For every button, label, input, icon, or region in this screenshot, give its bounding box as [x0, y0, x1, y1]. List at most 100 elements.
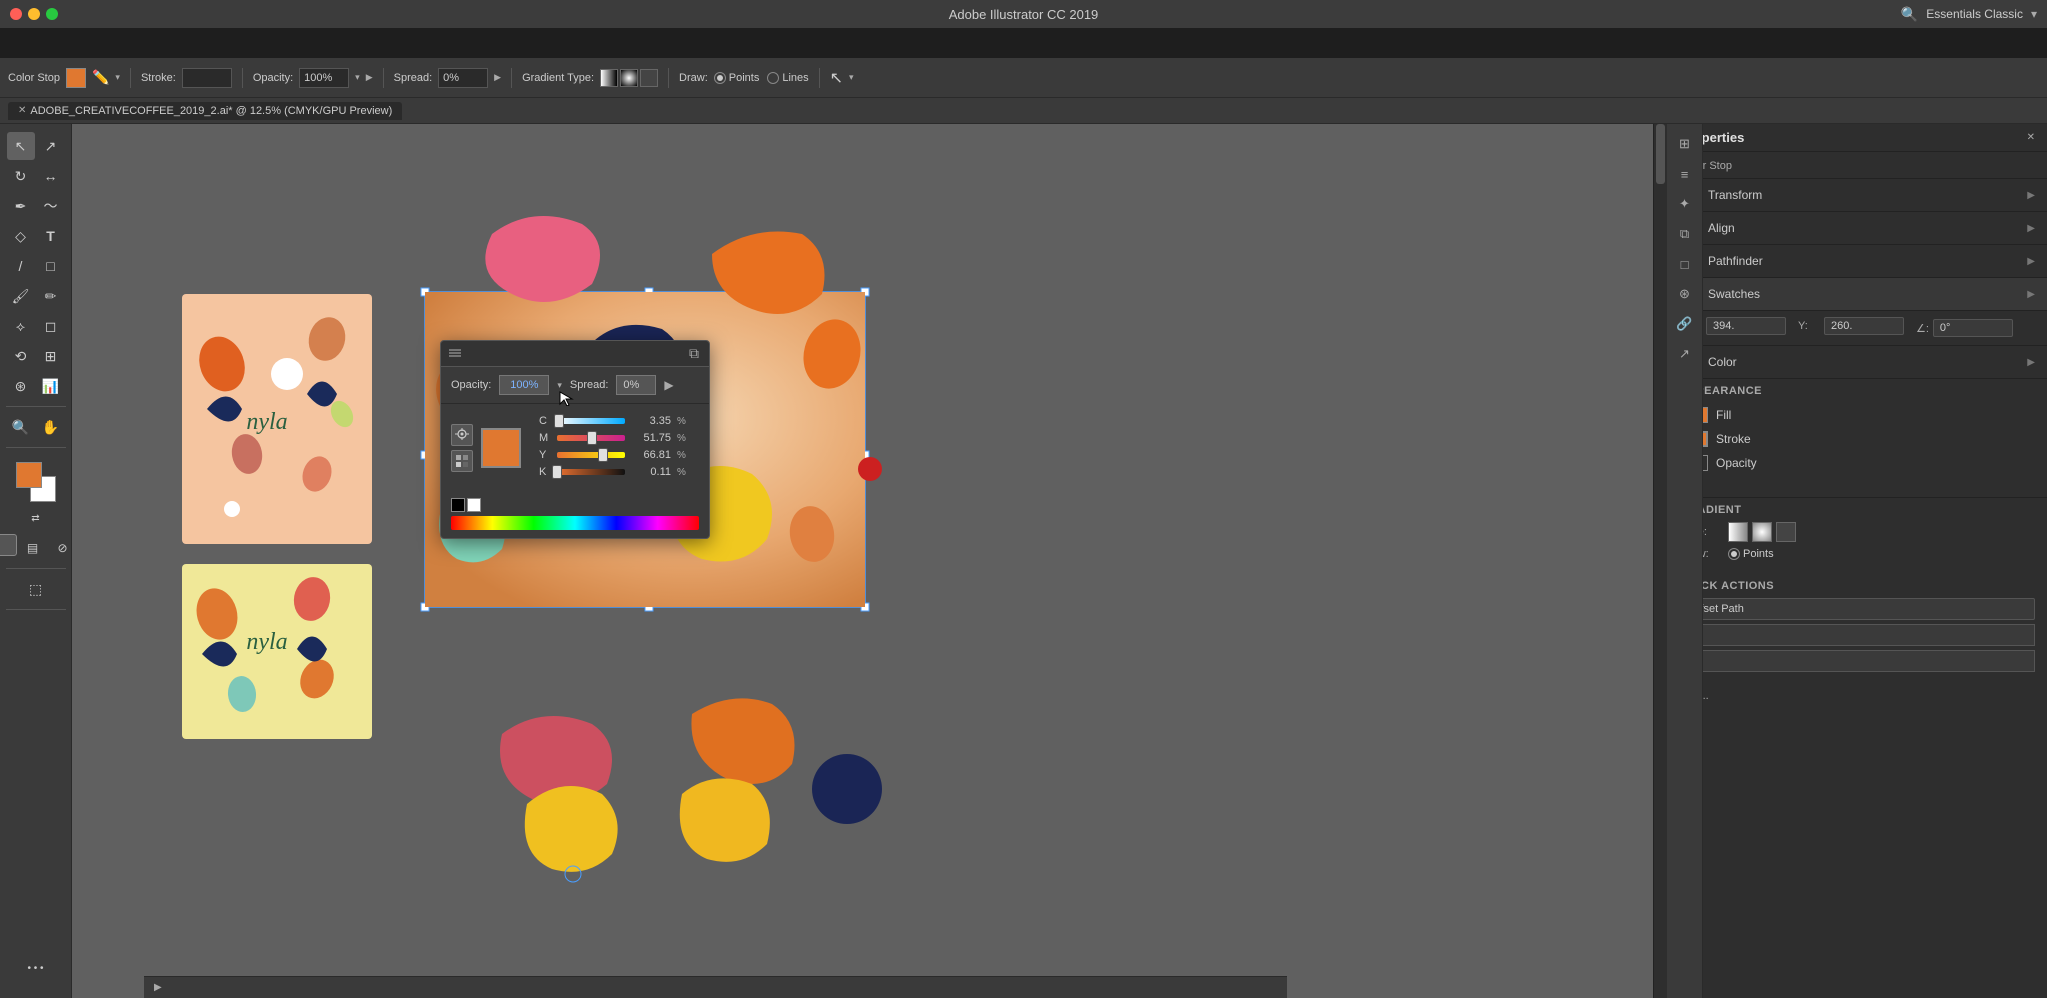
toolbar-dropdown-arrow[interactable]: ▾ — [115, 72, 120, 83]
popup-spread-input[interactable] — [616, 375, 656, 395]
paintbrush-tool[interactable]: 🖌 — [7, 282, 35, 310]
draw-points-option[interactable]: Points — [714, 72, 760, 84]
selection-tool[interactable]: ↖ — [7, 132, 35, 160]
color-swatch-large[interactable] — [481, 428, 521, 468]
vertical-scrollbar[interactable] — [1653, 124, 1667, 998]
popup-expand-button[interactable]: ⧉ — [687, 345, 701, 362]
symbol-tool[interactable]: ⊛ — [7, 372, 35, 400]
popup-next-button[interactable]: ▶ — [664, 378, 673, 392]
workspace-controls: 🔍 Essentials Classic ▾ — [1901, 6, 2037, 23]
k-slider[interactable] — [557, 465, 625, 479]
pen-tool[interactable]: ✒ — [7, 192, 35, 220]
m-slider[interactable] — [557, 431, 625, 445]
layers-icon[interactable]: ⧉ — [1673, 222, 1697, 246]
rotate-tool[interactable]: ↻ — [7, 162, 35, 190]
artboard-icon[interactable]: □ — [1673, 252, 1697, 276]
pencil-tool[interactable]: ✏ — [37, 282, 65, 310]
view-mode-normal[interactable] — [0, 534, 17, 556]
minimize-button[interactable] — [28, 8, 40, 20]
maximize-button[interactable] — [46, 8, 58, 20]
k-pct: % — [677, 467, 689, 478]
anchor-tool[interactable]: ◇ — [7, 222, 35, 250]
panel-header-row: Properties ✕ — [1668, 124, 2047, 152]
external-icon[interactable]: ↗ — [1673, 342, 1697, 366]
rotate-view-tool[interactable]: ⟲ — [7, 342, 35, 370]
spread-input[interactable] — [438, 68, 488, 88]
scrollbar-thumb[interactable] — [1656, 124, 1665, 184]
c-slider[interactable] — [557, 414, 625, 428]
opacity-input[interactable] — [299, 68, 349, 88]
free-transform-tool[interactable]: ⊞ — [37, 342, 65, 370]
foreground-color-box[interactable] — [16, 462, 42, 488]
libraries-icon[interactable]: ⊞ — [1673, 132, 1697, 156]
pathfinder-icon[interactable]: ✦ — [1673, 192, 1697, 216]
fx-icon[interactable]: ⊛ — [1673, 282, 1697, 306]
workspace-dropdown-icon[interactable]: ▾ — [2031, 7, 2037, 21]
radial-gradient-icon[interactable] — [1752, 522, 1772, 542]
draw-points-radio[interactable] — [714, 72, 726, 84]
cursor-options-icon[interactable]: ↖ — [830, 68, 843, 88]
gradient-radial-icon[interactable] — [620, 69, 638, 87]
more-tools[interactable]: • • • — [22, 954, 50, 982]
gradient-linear-icon[interactable] — [600, 69, 618, 87]
zoom-tool[interactable]: 🔍 — [7, 413, 35, 441]
black-swatch[interactable] — [451, 498, 465, 512]
pathfinder-expand-icon[interactable]: ▶ — [2027, 256, 2035, 267]
artboard-tool[interactable]: ⬚ — [18, 575, 54, 603]
doc-close-icon[interactable]: ✕ — [18, 105, 26, 116]
opacity-next-icon[interactable]: ▶ — [366, 72, 373, 83]
color-spectrum-bar[interactable] — [451, 516, 699, 530]
column-graph-tool[interactable]: 📊 — [37, 372, 65, 400]
draw-lines-option[interactable]: Lines — [767, 72, 808, 84]
color-panel-item[interactable]: Color ▶ — [1668, 346, 2047, 379]
pathfinder-panel-item[interactable]: Pathfinder ▶ — [1668, 245, 2047, 278]
workspace-label[interactable]: Essentials Classic — [1926, 7, 2023, 21]
swatches-panel-item[interactable]: Swatches ▶ — [1668, 278, 2047, 311]
toolbar-color-swatch[interactable] — [66, 68, 86, 88]
align-icon[interactable]: ≡ — [1673, 162, 1697, 186]
view-mode-extra[interactable]: ⊘ — [49, 534, 77, 562]
view-mode-other[interactable]: ▤ — [19, 534, 47, 562]
hand-tool[interactable]: ✋ — [37, 413, 65, 441]
opacity-dropdown-icon[interactable]: ▾ — [355, 72, 360, 83]
eyedropper-icon[interactable] — [451, 424, 473, 446]
swatches-expand-icon[interactable]: ▶ — [2027, 289, 2035, 300]
m-slider-row: M 51.75 % — [539, 431, 689, 445]
line-tool[interactable]: / — [7, 252, 35, 280]
shaper-tool[interactable]: ⟡ — [7, 312, 35, 340]
gradient-points-label: Points — [1743, 548, 1774, 560]
swap-colors-icon[interactable]: ⇄ — [22, 504, 50, 532]
gradient-points-radio[interactable] — [1728, 548, 1740, 560]
search-icon[interactable]: 🔍 — [1901, 6, 1918, 23]
gradient-points-option[interactable]: Points — [1728, 548, 1774, 560]
link-icon[interactable]: 🔗 — [1673, 312, 1697, 336]
white-swatch[interactable] — [467, 498, 481, 512]
popup-opacity-input[interactable]: 100% — [499, 375, 549, 395]
spread-next-icon[interactable]: ▶ — [494, 72, 501, 83]
stroke-input[interactable] — [182, 68, 232, 88]
transform-expand-icon[interactable]: ▶ — [2027, 190, 2035, 201]
document-tab[interactable]: ✕ ADOBE_CREATIVECOFFEE_2019_2.ai* @ 12.5… — [8, 102, 402, 120]
linear-gradient-icon[interactable] — [1728, 522, 1748, 542]
curvature-tool[interactable]: 〜 — [37, 192, 65, 220]
gradient-freeform-icon[interactable] — [640, 69, 658, 87]
draw-lines-radio[interactable] — [767, 72, 779, 84]
panel-collapse-icon[interactable]: ✕ — [2027, 132, 2035, 143]
freeform-gradient-icon[interactable] — [1776, 522, 1796, 542]
color-expand-icon[interactable]: ▶ — [2027, 357, 2035, 368]
type-tool[interactable]: T — [37, 222, 65, 250]
color-grid-icon[interactable] — [451, 450, 473, 472]
popup-opacity-dropdown[interactable]: ▾ — [557, 380, 562, 391]
direct-selection-tool[interactable]: ↗ — [37, 132, 65, 160]
align-panel-item[interactable]: Align ▶ — [1668, 212, 2047, 245]
offset-path-button[interactable]: Offset Path — [1680, 598, 2035, 620]
eraser-tool[interactable]: ◻ — [37, 312, 65, 340]
reflect-tool[interactable]: ↔ — [37, 162, 65, 190]
y-slider[interactable] — [557, 448, 625, 462]
cursor-dropdown-icon[interactable]: ▾ — [849, 72, 854, 83]
align-expand-icon[interactable]: ▶ — [2027, 223, 2035, 234]
close-button[interactable] — [10, 8, 22, 20]
toolbar-pencil-icon[interactable]: ✏️ — [92, 69, 109, 86]
rect-tool[interactable]: □ — [37, 252, 65, 280]
transform-panel-item[interactable]: Transform ▶ — [1668, 179, 2047, 212]
